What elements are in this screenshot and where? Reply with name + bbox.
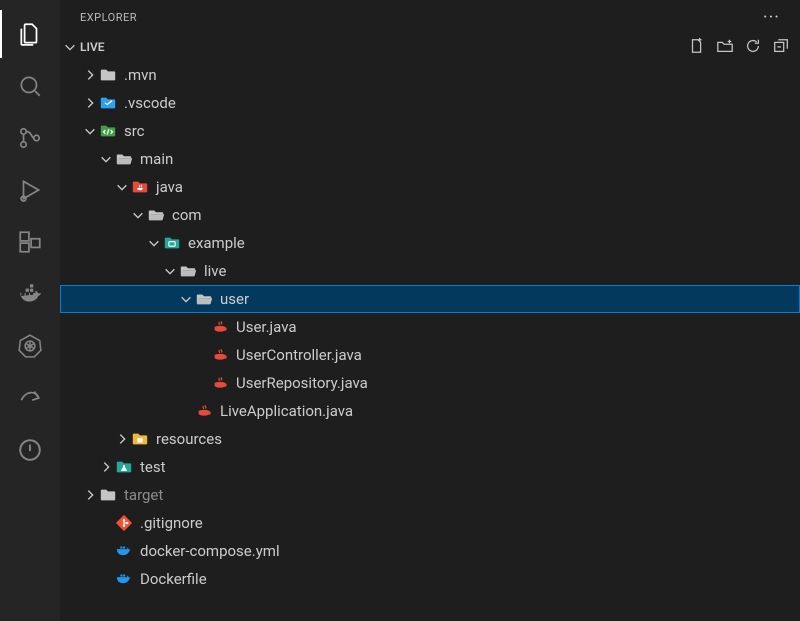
chevron-right-icon[interactable] [82, 487, 98, 503]
activity-debug-icon[interactable] [0, 166, 60, 214]
chevron-down-icon[interactable] [82, 123, 98, 139]
explorer-title: EXPLORER [80, 11, 137, 24]
tree-label: com [172, 206, 202, 224]
docker-icon [114, 541, 134, 561]
tree-row[interactable]: Dockerfile [60, 565, 800, 593]
folder-open-icon [178, 261, 198, 281]
activity-files-icon[interactable] [0, 10, 60, 58]
tree-label: src [124, 122, 145, 140]
tree-row[interactable]: test [60, 453, 800, 481]
exfolder-icon [162, 233, 182, 253]
tree-label: User.java [236, 318, 297, 336]
tree-label: .gitignore [140, 514, 203, 532]
collapse-all-icon[interactable] [772, 37, 790, 58]
tree-row[interactable]: docker-compose.yml [60, 537, 800, 565]
chevron-right-icon[interactable] [114, 431, 130, 447]
tree-label: user [220, 290, 249, 308]
javafolder-icon [130, 177, 150, 197]
docker-icon [114, 569, 134, 589]
tree-row[interactable]: LiveApplication.java [60, 397, 800, 425]
tree-row[interactable]: java [60, 173, 800, 201]
explorer-header: EXPLORER ··· [60, 0, 800, 35]
tree-row[interactable]: com [60, 201, 800, 229]
chevron-right-icon[interactable] [98, 459, 114, 475]
tree-label: resources [156, 430, 222, 448]
folder-open-icon [146, 205, 166, 225]
java-icon [210, 345, 230, 365]
tree-row[interactable]: UserRepository.java [60, 369, 800, 397]
activity-scm-icon[interactable] [0, 114, 60, 162]
tree-row[interactable]: .gitignore [60, 509, 800, 537]
tree-row[interactable]: live [60, 257, 800, 285]
folder-icon [98, 65, 118, 85]
activity-share-icon[interactable] [0, 374, 60, 422]
chevron-down-icon[interactable] [162, 263, 178, 279]
tree-label: UserRepository.java [236, 374, 368, 392]
tree-label: .vscode [124, 94, 176, 112]
refresh-icon[interactable] [744, 37, 762, 58]
tree-label: docker-compose.yml [140, 542, 280, 560]
tree-label: LiveApplication.java [220, 402, 353, 420]
java-icon [194, 401, 214, 421]
folder-icon [98, 485, 118, 505]
tree-row[interactable]: user [60, 285, 800, 313]
tree-label: test [140, 458, 166, 476]
folder-open-icon [194, 289, 214, 309]
chevron-down-icon [62, 39, 78, 55]
activity-power-icon[interactable] [0, 426, 60, 474]
resfolder-icon [130, 429, 150, 449]
java-icon [210, 373, 230, 393]
activity-search-icon[interactable] [0, 62, 60, 110]
tree-label: live [204, 262, 226, 280]
chevron-down-icon[interactable] [178, 291, 194, 307]
tree-row[interactable]: .mvn [60, 61, 800, 89]
tree-row[interactable]: main [60, 145, 800, 173]
java-icon [210, 317, 230, 337]
tree-row[interactable]: .vscode [60, 89, 800, 117]
tree-label: .mvn [124, 66, 157, 84]
tree-label: UserController.java [236, 346, 362, 364]
new-file-icon[interactable] [688, 37, 706, 58]
activity-extensions-icon[interactable] [0, 218, 60, 266]
project-name: LIVE [80, 40, 105, 54]
more-actions-icon[interactable]: ··· [763, 7, 780, 28]
tree-row[interactable]: example [60, 229, 800, 257]
tree-row[interactable]: UserController.java [60, 341, 800, 369]
chevron-down-icon[interactable] [114, 179, 130, 195]
activity-k8s-icon[interactable] [0, 322, 60, 370]
file-tree[interactable]: .mvn .vscode src main java com example live user… [60, 59, 800, 621]
tree-row[interactable]: src [60, 117, 800, 145]
tree-label: Dockerfile [140, 570, 207, 588]
tree-row[interactable]: resources [60, 425, 800, 453]
activity-docker-icon[interactable] [0, 270, 60, 318]
tree-label: java [156, 178, 183, 196]
srcfolder-icon [98, 121, 118, 141]
git-icon [114, 513, 134, 533]
tree-label: main [140, 150, 173, 168]
project-header[interactable]: LIVE [60, 35, 800, 59]
tree-row[interactable]: User.java [60, 313, 800, 341]
tree-row[interactable]: target [60, 481, 800, 509]
chevron-right-icon[interactable] [82, 67, 98, 83]
tree-label: target [124, 486, 163, 504]
chevron-down-icon[interactable] [98, 151, 114, 167]
explorer-sidebar: EXPLORER ··· LIVE .mvn .vscode src main java… [60, 0, 800, 621]
chevron-down-icon[interactable] [130, 207, 146, 223]
folder-open-icon [114, 149, 134, 169]
chevron-down-icon[interactable] [146, 235, 162, 251]
testfolder-icon [114, 457, 134, 477]
new-folder-icon[interactable] [716, 37, 734, 58]
tree-label: example [188, 234, 245, 252]
vscode-icon [98, 93, 118, 113]
chevron-right-icon[interactable] [82, 95, 98, 111]
project-actions [688, 37, 790, 58]
activity-bar [0, 0, 60, 621]
